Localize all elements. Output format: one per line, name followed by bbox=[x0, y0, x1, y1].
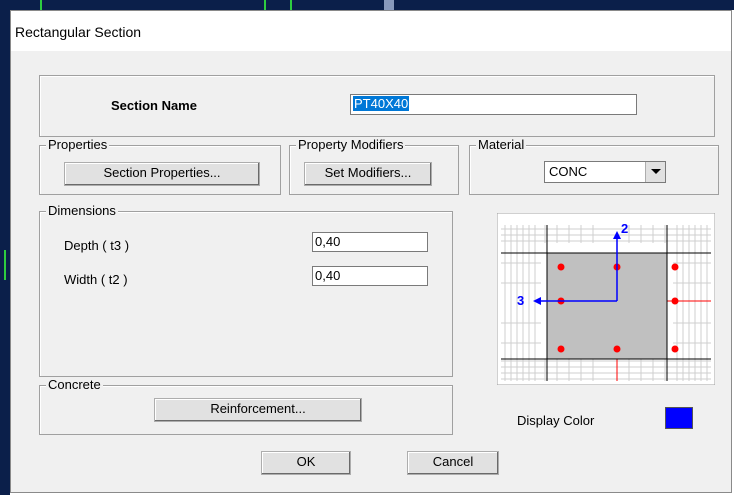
material-group: Material CONC bbox=[469, 137, 719, 195]
section-preview: 2 3 bbox=[496, 212, 716, 386]
section-name-label: Section Name bbox=[111, 98, 197, 113]
background-app-edge bbox=[0, 10, 10, 495]
concrete-legend: Concrete bbox=[46, 377, 103, 392]
axis-3-label: 3 bbox=[517, 293, 524, 308]
properties-group: Properties Section Properties... bbox=[39, 137, 281, 195]
properties-legend: Properties bbox=[46, 137, 110, 152]
chevron-down-icon bbox=[651, 169, 661, 174]
section-rectangle bbox=[546, 252, 668, 360]
material-dropdown-button[interactable] bbox=[645, 162, 665, 182]
concrete-group: Concrete Reinforcement... bbox=[39, 377, 453, 435]
section-preview-drawing: 2 3 bbox=[496, 212, 716, 386]
cancel-button[interactable]: Cancel bbox=[407, 451, 499, 475]
display-color-label: Display Color bbox=[517, 413, 595, 428]
dialog-title: Rectangular Section bbox=[15, 24, 142, 40]
material-select[interactable]: CONC bbox=[544, 161, 666, 183]
section-name-value: PT40X40 bbox=[353, 96, 410, 111]
section-name-input[interactable]: PT40X40 bbox=[350, 94, 637, 115]
ok-button[interactable]: OK bbox=[261, 451, 351, 475]
property-modifiers-legend: Property Modifiers bbox=[296, 137, 406, 152]
dialog-titlebar: Rectangular Section bbox=[11, 11, 731, 51]
depth-label: Depth ( t3 ) bbox=[64, 238, 130, 253]
material-legend: Material bbox=[476, 137, 527, 152]
width-label: Width ( t2 ) bbox=[64, 272, 128, 287]
dimensions-legend: Dimensions bbox=[46, 203, 118, 218]
property-modifiers-group: Property Modifiers Set Modifiers... bbox=[289, 137, 459, 195]
axis-2-label: 2 bbox=[621, 221, 628, 236]
material-selected-value: CONC bbox=[549, 164, 588, 179]
display-color-swatch[interactable] bbox=[665, 407, 693, 429]
set-modifiers-button[interactable]: Set Modifiers... bbox=[304, 162, 432, 186]
background-app-strip bbox=[0, 0, 734, 10]
dimensions-group: Dimensions Depth ( t3 ) 0,40 Width ( t2 … bbox=[39, 203, 453, 377]
width-input[interactable]: 0,40 bbox=[312, 266, 428, 286]
rectangular-section-dialog: Rectangular Section Section Name PT40X40… bbox=[10, 10, 732, 493]
reinforcement-button[interactable]: Reinforcement... bbox=[154, 398, 362, 422]
section-properties-button[interactable]: Section Properties... bbox=[64, 162, 260, 186]
depth-input[interactable]: 0,40 bbox=[312, 232, 428, 252]
section-name-panel: Section Name PT40X40 bbox=[39, 75, 715, 137]
